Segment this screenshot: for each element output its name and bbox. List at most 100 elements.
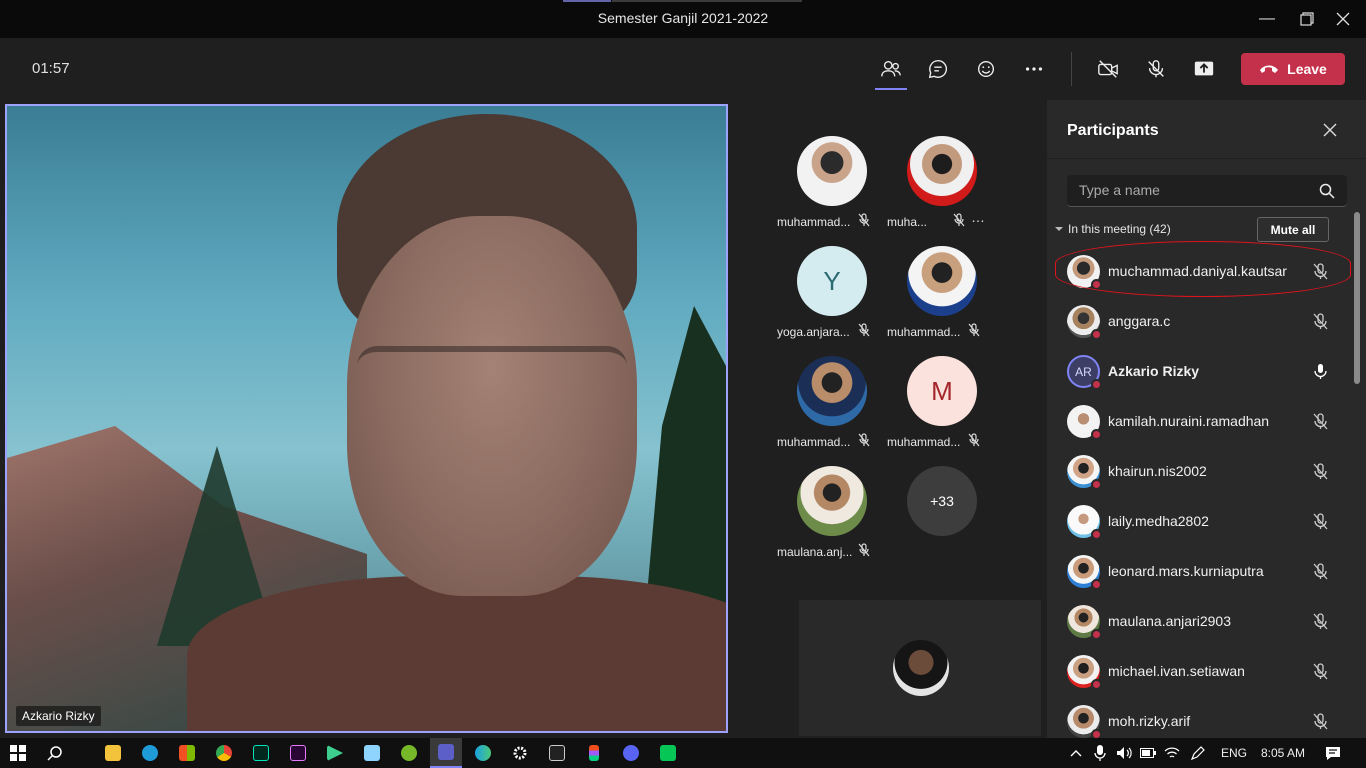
participant-row[interactable]: AR Azkario Rizky: [1047, 347, 1353, 397]
mic-off-icon[interactable]: [1312, 713, 1329, 730]
mic-off-icon[interactable]: [1312, 663, 1329, 680]
share-screen-button[interactable]: [1186, 52, 1222, 86]
mic-off-icon[interactable]: [1312, 513, 1329, 530]
tile-name: yoga.anjara...: [777, 325, 850, 339]
participant-tile[interactable]: muhammad...: [887, 246, 997, 346]
tray-overflow-button[interactable]: [1064, 741, 1088, 765]
main-speaker-video[interactable]: Azkario Rizky: [5, 104, 728, 733]
terminal-app[interactable]: [545, 741, 569, 765]
participant-row[interactable]: michael.ivan.setiawan: [1047, 647, 1353, 697]
speaker-name-tag: Azkario Rizky: [16, 706, 101, 726]
participant-row[interactable]: leonard.mars.kurniaputra: [1047, 547, 1353, 597]
participant-tile[interactable]: muhammad...: [777, 136, 887, 236]
mic-off-icon[interactable]: [1312, 413, 1329, 430]
tile-more-options-button[interactable]: …: [971, 209, 986, 225]
wifi-button[interactable]: [1160, 741, 1184, 765]
participant-row[interactable]: khairun.nis2002: [1047, 447, 1353, 497]
figma-app[interactable]: [582, 741, 606, 765]
meeting-section-toggle[interactable]: In this meeting (42): [1055, 222, 1171, 236]
notepad-app[interactable]: [360, 741, 384, 765]
folder-icon: [105, 745, 121, 761]
mic-off-icon[interactable]: [1312, 313, 1329, 330]
store-app[interactable]: [175, 741, 199, 765]
audition-app[interactable]: [249, 741, 273, 765]
taskbar-search-button[interactable]: [43, 741, 67, 765]
meeting-toolbar: 01:57 Leave: [0, 38, 1366, 100]
participant-tile[interactable]: muhammad...: [777, 356, 887, 456]
speaker-icon: [1117, 747, 1132, 759]
close-window-button[interactable]: [1320, 0, 1366, 38]
chevron-down-icon: [1055, 227, 1063, 231]
file-explorer-app[interactable]: [101, 741, 125, 765]
camera-toggle-button[interactable]: [1090, 52, 1126, 86]
speaker-shirt: [187, 576, 726, 731]
close-icon: [1323, 123, 1337, 137]
taskbar-clock[interactable]: 8:05 AM: [1261, 746, 1305, 760]
mic-off-icon[interactable]: [1312, 613, 1329, 630]
participant-tile[interactable]: M muhammad...: [887, 356, 997, 456]
chat-button[interactable]: [920, 52, 956, 86]
presence-badge: [1091, 629, 1102, 640]
camera-off-icon: [1098, 60, 1118, 78]
input-language[interactable]: ENG: [1221, 746, 1247, 760]
participant-row[interactable]: anggara.c: [1047, 297, 1353, 347]
discord-app[interactable]: [619, 741, 643, 765]
audition-icon: [253, 745, 269, 761]
minimize-icon: —: [1259, 10, 1275, 27]
leave-button[interactable]: Leave: [1241, 53, 1345, 85]
tray-mic-button[interactable]: [1088, 741, 1112, 765]
avatar-initial: M: [931, 375, 953, 406]
participant-tile[interactable]: muha... …: [887, 136, 997, 236]
settings-app[interactable]: [508, 741, 532, 765]
utorrent-app[interactable]: [397, 741, 421, 765]
notification-icon: [1326, 746, 1340, 760]
volume-button[interactable]: [1112, 741, 1136, 765]
participant-row[interactable]: laily.medha2802: [1047, 497, 1353, 547]
mic-off-icon: [968, 323, 980, 337]
tile-name: muhammad...: [887, 435, 961, 449]
overflow-participants-button[interactable]: +33: [907, 466, 977, 536]
tile-name: muhammad...: [777, 215, 851, 229]
edge-app[interactable]: [138, 741, 162, 765]
section-label: In this meeting (42): [1068, 222, 1171, 236]
premiere-app[interactable]: [286, 741, 310, 765]
participants-button[interactable]: [873, 52, 909, 90]
mic-off-icon: [1148, 60, 1164, 78]
close-icon: [1336, 12, 1350, 26]
participant-tile[interactable]: maulana.anj...: [777, 466, 887, 566]
battery-icon: [1140, 748, 1156, 758]
participant-row[interactable]: maulana.anjari2903: [1047, 597, 1353, 647]
line-app[interactable]: [656, 741, 680, 765]
pen-button[interactable]: [1186, 741, 1210, 765]
mic-on-icon[interactable]: [1312, 363, 1329, 380]
window-title: Semester Ganjil 2021-2022: [597, 10, 769, 26]
start-button[interactable]: [6, 741, 30, 765]
teams-app[interactable]: [430, 738, 462, 768]
tile-name: muhammad...: [887, 325, 961, 339]
mic-off-icon: [858, 543, 870, 557]
participant-tile[interactable]: Y yoga.anjara...: [777, 246, 887, 346]
self-view[interactable]: [799, 600, 1041, 736]
avatar-initials: AR: [1075, 364, 1092, 379]
reactions-button[interactable]: [968, 52, 1004, 86]
more-actions-button[interactable]: [1016, 52, 1052, 86]
search-icon[interactable]: [1319, 183, 1335, 199]
webex-app[interactable]: [471, 741, 495, 765]
notifications-button[interactable]: [1321, 741, 1345, 765]
store-icon: [179, 745, 195, 761]
chevron-up-icon: [1070, 750, 1082, 757]
mic-off-icon: [858, 323, 870, 337]
close-panel-button[interactable]: [1320, 121, 1340, 141]
react-icon: [977, 60, 995, 78]
mic-off-icon[interactable]: [1312, 463, 1329, 480]
mic-off-icon[interactable]: [1312, 563, 1329, 580]
app-taskbar-item[interactable]: [323, 741, 347, 765]
mic-toggle-button[interactable]: [1138, 52, 1174, 86]
panel-scrollbar[interactable]: [1354, 212, 1360, 384]
chrome-app[interactable]: [212, 741, 236, 765]
search-input[interactable]: [1079, 175, 1309, 205]
battery-button[interactable]: [1136, 741, 1160, 765]
participant-row[interactable]: kamilah.nuraini.ramadhan: [1047, 397, 1353, 447]
taskbar: ENG 8:05 AM: [0, 738, 1366, 768]
mute-all-button[interactable]: Mute all: [1257, 217, 1329, 242]
